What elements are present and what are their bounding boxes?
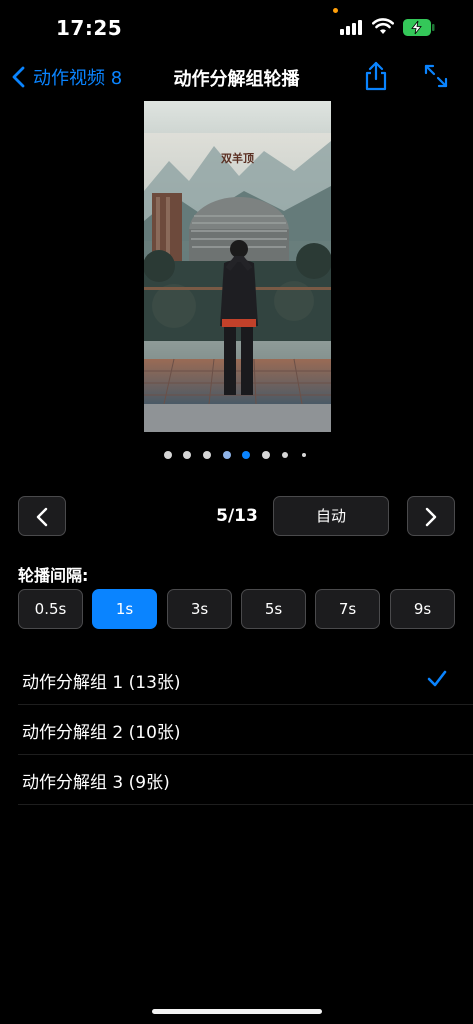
chevron-left-icon xyxy=(36,507,48,527)
page-dot xyxy=(282,452,288,458)
interval-option-7s[interactable]: 7s xyxy=(315,589,380,629)
fullscreen-expand-icon[interactable] xyxy=(422,62,450,90)
interval-option-9s[interactable]: 9s xyxy=(390,589,455,629)
page-dot xyxy=(203,451,211,459)
interval-label: 轮播间隔: xyxy=(18,566,89,585)
group-label: 动作分解组 2 (10张) xyxy=(22,723,181,743)
interval-option-0-5s[interactable]: 0.5s xyxy=(18,589,83,629)
page-dot xyxy=(164,451,172,459)
divider xyxy=(18,804,473,805)
back-button-label: 动作视频 8 xyxy=(33,68,123,89)
home-indicator[interactable] xyxy=(152,1009,322,1014)
auto-play-button[interactable]: 自动 xyxy=(273,496,389,536)
chevron-right-icon xyxy=(425,507,437,527)
interval-option-3s[interactable]: 3s xyxy=(167,589,232,629)
interval-option-1s[interactable]: 1s xyxy=(92,589,157,629)
next-button[interactable] xyxy=(407,496,455,536)
image-caption: 双羊顶 xyxy=(221,152,254,165)
previous-button[interactable] xyxy=(18,496,66,536)
privacy-indicator-dot xyxy=(333,8,338,13)
image-letterbox-bottom xyxy=(144,404,331,432)
group-label: 动作分解组 3 (9张) xyxy=(22,773,170,793)
interval-option-5s[interactable]: 5s xyxy=(241,589,306,629)
page-dot xyxy=(302,453,306,457)
status-time: 17:25 xyxy=(56,16,123,40)
group-row-1[interactable]: 动作分解组 1 (13张) xyxy=(0,655,473,705)
slide-counter: 5/13 xyxy=(216,506,258,526)
battery-charging-icon xyxy=(403,19,435,36)
navigation-bar: 动作视频 8 动作分解组轮播 xyxy=(0,56,473,100)
group-row-3[interactable]: 动作分解组 3 (9张) xyxy=(0,755,473,805)
carousel-image[interactable]: 双羊顶 xyxy=(144,101,331,432)
page-dot-active xyxy=(242,451,250,459)
group-row-2[interactable]: 动作分解组 2 (10张) xyxy=(0,705,473,755)
wifi-icon xyxy=(372,18,394,34)
back-button[interactable]: 动作视频 8 xyxy=(12,62,122,92)
status-bar: 17:25 xyxy=(0,0,473,56)
page-dot xyxy=(262,451,270,459)
cellular-signal-icon xyxy=(340,20,366,35)
page-dot xyxy=(183,451,191,459)
chevron-left-icon xyxy=(12,66,25,88)
image-letterbox-top xyxy=(144,101,331,133)
screen: 17:25 动作视频 8 动作分解组轮播 双羊顶 5/13 自动 轮播间隔: 0… xyxy=(0,0,473,1024)
page-dot xyxy=(223,451,231,459)
page-indicator[interactable] xyxy=(0,451,473,461)
checkmark-icon xyxy=(427,670,447,687)
group-label: 动作分解组 1 (13张) xyxy=(22,673,181,693)
share-icon[interactable] xyxy=(362,60,390,92)
